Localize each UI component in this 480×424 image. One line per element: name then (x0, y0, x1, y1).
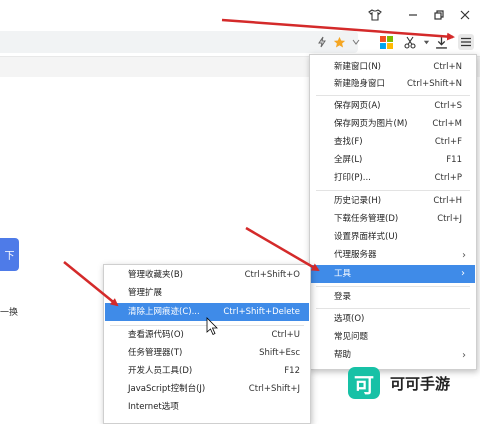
watermark: 可 可可手游 (348, 367, 450, 399)
watermark-text: 可可手游 (390, 374, 451, 393)
arrow-to-menu-icon (221, 18, 455, 41)
watermark-logo: 可 (348, 367, 380, 399)
annotation-arrows (63, 18, 455, 336)
mouse-cursor-icon (206, 317, 218, 336)
arrow-to-tools (245, 226, 320, 272)
arrow-to-clear-data (63, 261, 119, 307)
